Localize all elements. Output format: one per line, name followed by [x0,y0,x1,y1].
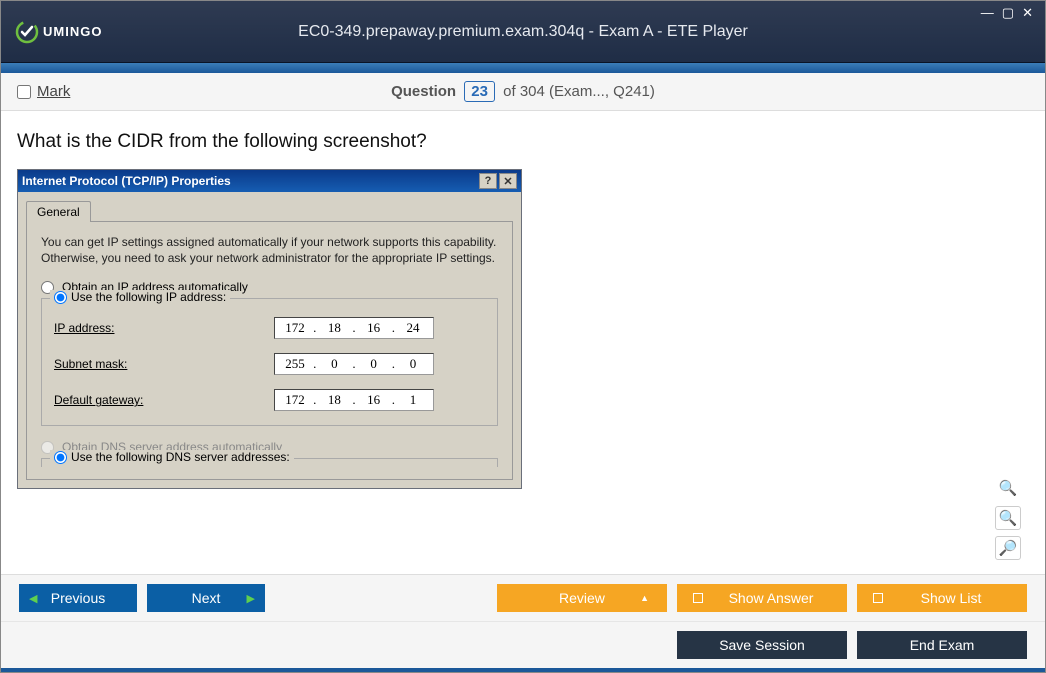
radio-use-ip[interactable]: Use the following IP address: [50,290,230,304]
sn-o2: 0 [318,356,350,372]
footer-session: Save Session End Exam [1,621,1045,668]
review-label: Review [559,590,605,606]
radio-use-dns-input[interactable] [54,451,67,464]
show-list-button[interactable]: Show List [857,584,1027,612]
previous-label: Previous [51,590,105,606]
checkbox-icon [693,593,703,603]
ip-o1: 172 [279,320,311,336]
radio-use-dns-label: Use the following DNS server addresses: [71,450,290,464]
gateway-label: Default gateway: [54,393,274,407]
close-dialog-icon[interactable]: ✕ [499,173,517,189]
gateway-row: Default gateway: 172. 18. 16. 1 [54,389,485,411]
zoom-tools: 🔍 🔍 🔎 [995,476,1021,560]
question-text: What is the CIDR from the following scre… [17,131,1029,153]
minimize-icon[interactable]: — [981,5,996,21]
radio-use-dns[interactable]: Use the following DNS server addresses: [50,450,294,464]
ip-address-row: IP address: 172. 18. 16. 24 [54,317,485,339]
subnet-label: Subnet mask: [54,357,274,371]
triangle-up-icon: ▲ [640,593,649,603]
dns-fieldset: Use the following DNS server addresses: [41,458,498,467]
ip-address-label: IP address: [54,321,274,335]
sn-o3: 0 [358,356,390,372]
next-button[interactable]: Next ▶ [147,584,265,612]
sn-o4: 0 [397,356,429,372]
gw-o1: 172 [279,392,311,408]
tcpip-dialog: Internet Protocol (TCP/IP) Properties ? … [17,169,522,489]
ip-o4: 24 [397,320,429,336]
review-button[interactable]: Review ▲ [497,584,667,612]
tab-general[interactable]: General [26,201,91,222]
question-indicator: Question 23 of 304 (Exam..., Q241) [391,83,655,100]
subnet-row: Subnet mask: 255. 0. 0. 0 [54,353,485,375]
tcpip-description: You can get IP settings assigned automat… [41,234,498,266]
chevron-right-icon: ▶ [247,592,255,605]
question-suffix: of 304 (Exam..., Q241) [503,83,655,100]
subnet-field[interactable]: 255. 0. 0. 0 [274,353,434,375]
window-controls: — ▢ ✕ [981,5,1035,21]
sn-o1: 255 [279,356,311,372]
window-title: EC0-349.prepaway.premium.exam.304q - Exa… [1,23,1045,41]
gw-o3: 16 [358,392,390,408]
previous-button[interactable]: ◀ Previous [19,584,137,612]
close-icon[interactable]: ✕ [1022,5,1035,21]
footer-nav: ◀ Previous Next ▶ Review ▲ Show Answer S… [1,574,1045,621]
radio-use-ip-label: Use the following IP address: [71,290,226,304]
help-icon[interactable]: ? [479,173,497,189]
show-answer-button[interactable]: Show Answer [677,584,847,612]
tcpip-titlebar: Internet Protocol (TCP/IP) Properties ? … [18,170,521,192]
tcpip-title: Internet Protocol (TCP/IP) Properties [22,174,477,188]
question-bar: Mark Question 23 of 304 (Exam..., Q241) [1,73,1045,111]
magnifier-icon[interactable]: 🔍 [995,476,1021,500]
question-word: Question [391,83,456,100]
title-bar: — ▢ ✕ UMINGO EC0-349.prepaway.premium.ex… [1,1,1045,63]
gw-o2: 18 [318,392,350,408]
show-list-label: Show List [921,590,982,606]
end-exam-button[interactable]: End Exam [857,631,1027,659]
nav-group: ◀ Previous Next ▶ [19,584,265,612]
tab-row: General [26,201,513,222]
maximize-icon[interactable]: ▢ [1002,5,1016,21]
ip-o2: 18 [318,320,350,336]
content-area: What is the CIDR from the following scre… [1,111,1045,574]
chevron-left-icon: ◀ [29,592,37,605]
gw-o4: 1 [397,392,429,408]
question-number[interactable]: 23 [464,81,495,102]
tab-content: You can get IP settings assigned automat… [26,221,513,480]
accent-bar [1,63,1045,73]
save-session-button[interactable]: Save Session [677,631,847,659]
radio-use-ip-input[interactable] [54,291,67,304]
mark-checkbox[interactable] [17,85,31,99]
ip-o3: 16 [358,320,390,336]
show-answer-label: Show Answer [729,590,814,606]
zoom-out-button[interactable]: 🔎 [995,536,1021,560]
zoom-in-button[interactable]: 🔍 [995,506,1021,530]
gateway-field[interactable]: 172. 18. 16. 1 [274,389,434,411]
next-label: Next [192,590,221,606]
mark-label: Mark [37,83,70,100]
checkbox-icon [873,593,883,603]
ip-address-field[interactable]: 172. 18. 16. 24 [274,317,434,339]
bottom-accent-bar [1,668,1045,672]
tcpip-body: General You can get IP settings assigned… [18,192,521,488]
mark-checkbox-group[interactable]: Mark [17,83,70,100]
ip-fieldset: Use the following IP address: IP address… [41,298,498,426]
action-group: Review ▲ Show Answer Show List [497,584,1027,612]
